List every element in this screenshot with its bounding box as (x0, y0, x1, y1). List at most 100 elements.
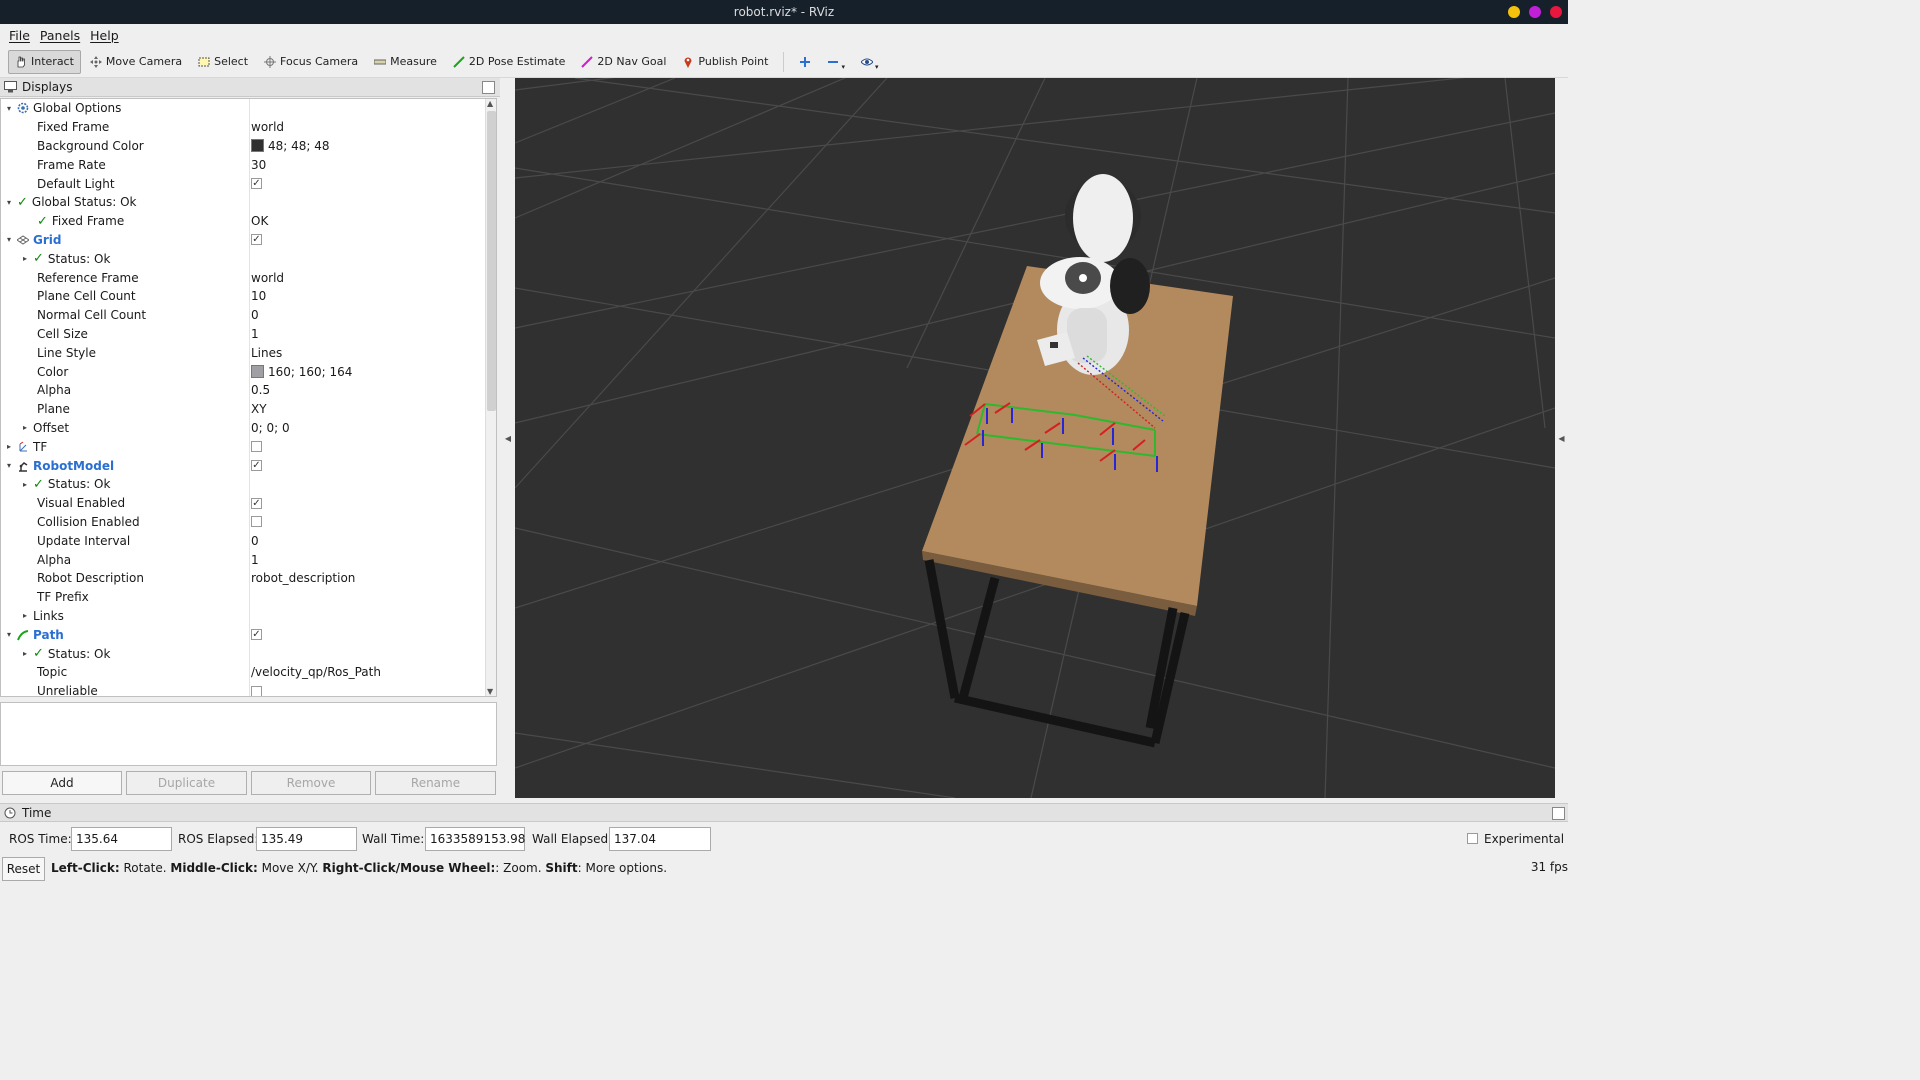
property-value[interactable]: 0 (251, 531, 259, 550)
checkbox-unchecked[interactable] (251, 685, 262, 696)
display-row[interactable]: ▾ RobotModel ✓ (1, 456, 485, 475)
property-value[interactable]: ✓ (251, 231, 262, 250)
collapse-left-icon[interactable]: ◀ (505, 434, 511, 443)
property-value[interactable]: 1 (251, 325, 259, 344)
property-value[interactable]: Lines (251, 343, 282, 362)
menu-file[interactable]: File (4, 28, 35, 43)
display-row[interactable]: Alpha 1 (1, 550, 485, 569)
display-row[interactable]: Plane XY (1, 400, 485, 419)
close-button[interactable] (1550, 6, 1562, 18)
display-row[interactable]: ▸ Offset 0; 0; 0 (1, 419, 485, 438)
property-value[interactable]: XY (251, 400, 267, 419)
display-row[interactable]: ▾ Grid ✓ (1, 231, 485, 250)
scroll-thumb[interactable] (487, 111, 496, 411)
move-camera-tool-button[interactable]: Move Camera (83, 50, 189, 74)
display-row[interactable]: Reference Frame world (1, 268, 485, 287)
experimental-checkbox[interactable] (1467, 833, 1478, 844)
property-value[interactable]: 30 (251, 155, 266, 174)
select-tool-button[interactable]: Select (191, 50, 255, 74)
property-value[interactable] (251, 437, 262, 456)
display-row[interactable]: Line Style Lines (1, 343, 485, 362)
color-swatch[interactable] (251, 139, 264, 153)
rename-button[interactable]: Rename (375, 771, 496, 795)
display-row[interactable]: Robot Description robot_description (1, 569, 485, 588)
expand-right-icon[interactable]: ▸ (21, 423, 29, 432)
display-row[interactable]: Background Color 48; 48; 48 (1, 137, 485, 156)
property-value[interactable]: ✓ (251, 456, 262, 475)
property-value[interactable]: world (251, 118, 284, 137)
display-row[interactable]: Color 160; 160; 164 (1, 362, 485, 381)
time-panel-float-button[interactable] (1552, 807, 1565, 820)
view-tool-button[interactable]: ▾ (854, 50, 886, 74)
property-value[interactable]: 48; 48; 48 (251, 137, 330, 156)
right-collapse-handle[interactable]: ◀ (1555, 78, 1568, 798)
property-value[interactable]: robot_description (251, 569, 355, 588)
add-tool-button[interactable] (792, 50, 818, 74)
property-value[interactable]: world (251, 268, 284, 287)
display-row[interactable]: Cell Size 1 (1, 325, 485, 344)
menu-help[interactable]: Help (85, 28, 124, 43)
property-value[interactable]: OK (251, 212, 268, 231)
property-value[interactable]: ✓ (251, 625, 262, 644)
publish-point-tool-button[interactable]: Publish Point (675, 50, 775, 74)
expand-right-icon[interactable]: ▸ (5, 442, 13, 451)
display-row[interactable]: ▾ Path ✓ (1, 625, 485, 644)
display-row[interactable]: ▸ TF (1, 437, 485, 456)
duplicate-button[interactable]: Duplicate (126, 771, 247, 795)
maximize-button[interactable] (1529, 6, 1541, 18)
property-value[interactable]: ✓ (251, 494, 262, 513)
interact-tool-button[interactable]: Interact (8, 49, 81, 74)
property-value[interactable]: 160; 160; 164 (251, 362, 352, 381)
property-value[interactable]: 10 (251, 287, 266, 306)
ros-elapsed-field[interactable]: 135.49 (256, 827, 357, 851)
checkbox-checked[interactable]: ✓ (251, 629, 262, 641)
property-value[interactable]: ✓ (251, 174, 262, 193)
display-row[interactable]: Topic/velocity_qp/Ros_Path (1, 663, 485, 682)
collapse-right-icon[interactable]: ◀ (1558, 434, 1564, 443)
property-value[interactable]: 1 (251, 550, 259, 569)
expand-down-icon[interactable]: ▾ (5, 461, 13, 470)
display-row[interactable]: Normal Cell Count 0 (1, 306, 485, 325)
expand-right-icon[interactable]: ▸ (21, 254, 29, 263)
wall-time-field[interactable]: 1633589153.98 (425, 827, 525, 851)
minimize-button[interactable] (1508, 6, 1520, 18)
expand-down-icon[interactable]: ▾ (5, 198, 13, 207)
expand-down-icon[interactable]: ▾ (5, 104, 13, 113)
panel-float-button[interactable] (482, 81, 495, 94)
checkbox-checked[interactable]: ✓ (251, 460, 262, 472)
display-row[interactable]: Fixed Frame world (1, 118, 485, 137)
color-swatch[interactable] (251, 365, 264, 379)
display-row[interactable]: ▾ ✓ Global Status: Ok (1, 193, 485, 212)
checkbox-checked[interactable]: ✓ (251, 178, 262, 190)
property-value[interactable] (251, 682, 262, 696)
expand-down-icon[interactable]: ▾ (5, 235, 13, 244)
nav-goal-tool-button[interactable]: 2D Nav Goal (574, 50, 673, 74)
pose-estimate-tool-button[interactable]: 2D Pose Estimate (446, 50, 573, 74)
property-value[interactable]: /velocity_qp/Ros_Path (251, 663, 381, 682)
display-row[interactable]: ▾ Global Options (1, 99, 485, 118)
remove-tool-button[interactable]: ▾ (820, 50, 852, 74)
display-row[interactable]: ▸ ✓ Status: Ok (1, 644, 485, 663)
add-button[interactable]: Add (2, 771, 122, 795)
expand-right-icon[interactable]: ▸ (21, 480, 29, 489)
display-row[interactable]: Update Interval 0 (1, 531, 485, 550)
remove-button[interactable]: Remove (251, 771, 371, 795)
focus-camera-tool-button[interactable]: Focus Camera (257, 50, 365, 74)
display-row[interactable]: TF Prefix (1, 588, 485, 607)
property-value[interactable] (251, 513, 262, 532)
display-row[interactable]: Unreliable (1, 682, 485, 696)
expand-down-icon[interactable]: ▾ (5, 630, 13, 639)
wall-elapsed-field[interactable]: 137.04 (609, 827, 711, 851)
expand-right-icon[interactable]: ▸ (21, 649, 29, 658)
display-row[interactable]: Plane Cell Count 10 (1, 287, 485, 306)
tree-scrollbar[interactable]: ▲ ▼ (485, 99, 496, 696)
display-row[interactable]: ▸ ✓ Status: Ok (1, 475, 485, 494)
expand-right-icon[interactable]: ▸ (21, 611, 29, 620)
checkbox-unchecked[interactable] (251, 441, 262, 453)
scroll-down-icon[interactable]: ▼ (487, 687, 493, 696)
display-row[interactable]: ▸ Links (1, 607, 485, 626)
ros-time-field[interactable]: 135.64 (71, 827, 172, 851)
display-row[interactable]: Alpha 0.5 (1, 381, 485, 400)
left-collapse-handle[interactable]: ◀ (501, 78, 515, 798)
render-viewport[interactable] (515, 78, 1555, 798)
